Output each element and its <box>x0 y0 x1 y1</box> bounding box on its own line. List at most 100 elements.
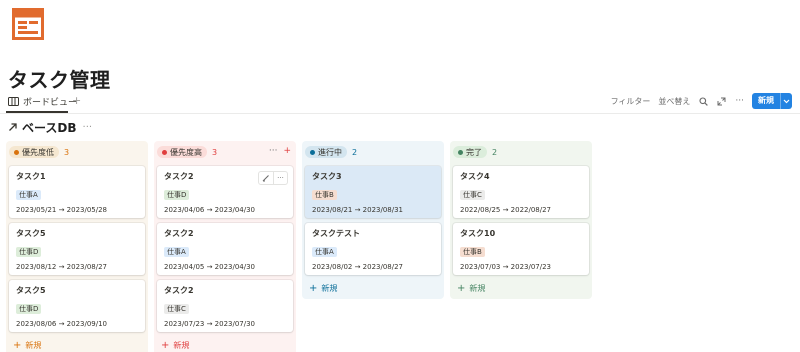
ellipsis-icon[interactable]: ··· <box>273 172 287 184</box>
column-new-button[interactable]: + 新規 <box>305 281 441 295</box>
card-date-range: 2023/08/06 → 2023/09/10 <box>16 320 108 328</box>
card-tag: 仕事D <box>16 247 42 257</box>
status-dot <box>458 149 463 155</box>
card-title: タスク4 <box>460 172 490 181</box>
edit-icon[interactable] <box>259 172 273 184</box>
status-badge[interactable]: 優先度高 <box>157 146 207 158</box>
status-badge[interactable]: 優先度低 <box>9 146 59 158</box>
card-tag: 仕事A <box>16 190 41 200</box>
database-title: ベースDB ··· <box>8 119 92 136</box>
plus-icon[interactable]: + <box>283 146 291 156</box>
filter-button[interactable]: フィルター <box>611 96 651 107</box>
card-tag: 仕事A <box>164 247 189 257</box>
task-card[interactable]: タスクテスト 仕事A 2023/08/02 → 2023/08/27 <box>305 223 441 275</box>
card-date-range: 2023/05/21 → 2023/05/28 <box>16 206 108 214</box>
sort-button[interactable]: 並べ替え <box>658 96 690 107</box>
task-card[interactable]: タスク2 仕事A 2023/04/05 → 2023/04/30 <box>157 223 293 275</box>
card-title: タスクテスト <box>312 229 360 238</box>
card-date-range: 2023/07/03 → 2023/07/23 <box>460 263 552 271</box>
plus-icon: + <box>457 282 466 294</box>
task-card[interactable]: タスク2 仕事D 2023/04/06 → 2023/04/30 ··· <box>157 166 293 218</box>
column-new-label: 新規 <box>25 340 42 350</box>
plus-icon[interactable]: + <box>72 95 81 107</box>
task-card[interactable]: タスク2 仕事C 2023/07/23 → 2023/07/30 <box>157 280 293 332</box>
card-tag: 仕事C <box>460 190 485 200</box>
tab-label: ボードビュー <box>23 98 78 108</box>
task-card[interactable]: タスク4 仕事C 2022/08/25 → 2022/08/27 <box>453 166 589 218</box>
card-date-range: 2023/04/05 → 2023/04/30 <box>164 263 256 271</box>
card-date-range: 2023/08/02 → 2023/08/27 <box>312 263 404 271</box>
status-dot <box>310 149 315 155</box>
card-title: タスク1 <box>16 172 46 181</box>
card-title: タスク2 <box>164 229 194 238</box>
plus-icon: + <box>161 339 170 351</box>
card-tag: 仕事D <box>16 304 42 314</box>
card-date-range: 2023/07/23 → 2023/07/30 <box>164 320 256 328</box>
card-tag: 仕事D <box>164 190 190 200</box>
column-header: 完了 2 <box>453 143 589 161</box>
ellipsis-icon[interactable]: ··· <box>735 96 744 106</box>
ellipsis-icon[interactable]: ··· <box>269 146 278 156</box>
card-title: タスク5 <box>16 229 46 238</box>
status-label: 優先度高 <box>170 147 202 157</box>
new-button-label: 新規 <box>758 96 774 105</box>
new-button[interactable]: 新規 <box>752 93 792 109</box>
expand-icon[interactable] <box>717 97 726 106</box>
column-count: 2 <box>492 147 498 157</box>
arrow-up-right-icon[interactable] <box>8 121 18 135</box>
status-dot <box>162 149 167 155</box>
board-column: 優先度低 3 タスク1 仕事A 2023/05/21 → 2023/05/28 タスク5 仕… <box>6 141 148 352</box>
ellipsis-icon[interactable]: ··· <box>83 122 93 133</box>
status-label: 進行中 <box>318 147 342 157</box>
task-card[interactable]: タスク10 仕事B 2023/07/03 → 2023/07/23 <box>453 223 589 275</box>
task-card[interactable]: タスク5 仕事D 2023/08/12 → 2023/08/27 <box>9 223 145 275</box>
task-card[interactable]: タスク5 仕事D 2023/08/06 → 2023/09/10 <box>9 280 145 332</box>
card-date-range: 2023/04/06 → 2023/04/30 <box>164 206 256 214</box>
column-actions: ··· + <box>269 146 291 156</box>
toolbar: フィルター 並べ替え ··· 新規 <box>603 93 792 109</box>
board-view-icon <box>8 97 19 106</box>
search-icon[interactable] <box>699 96 709 106</box>
card-title: タスク5 <box>16 286 46 295</box>
plus-icon: + <box>309 282 318 294</box>
column-count: 3 <box>64 147 70 157</box>
kanban-board-icon[interactable] <box>12 8 44 40</box>
status-badge[interactable]: 完了 <box>453 146 487 158</box>
card-tag: 仕事A <box>312 247 337 257</box>
task-card[interactable]: タスク3 仕事B 2023/08/21 → 2023/08/31 <box>305 166 441 218</box>
status-label: 優先度低 <box>22 147 54 157</box>
card-date-range: 2023/08/21 → 2023/08/31 <box>312 206 404 214</box>
chevron-down-icon[interactable] <box>780 93 792 109</box>
card-date-range: 2022/08/25 → 2022/08/27 <box>460 206 552 214</box>
card-title: タスク10 <box>460 229 496 238</box>
card-tag: 仕事C <box>164 304 189 314</box>
card-tag: 仕事B <box>460 247 485 257</box>
card-title: タスク2 <box>164 286 194 295</box>
board-column: 完了 2 タスク4 仕事C 2022/08/25 → 2022/08/27 タスク10 仕事… <box>450 141 592 299</box>
task-card[interactable]: タスク1 仕事A 2023/05/21 → 2023/05/28 <box>9 166 145 218</box>
divider <box>0 113 800 114</box>
status-badge[interactable]: 進行中 <box>305 146 347 158</box>
column-count: 2 <box>352 147 358 157</box>
column-new-button[interactable]: + 新規 <box>453 281 589 295</box>
column-header: 進行中 2 <box>305 143 441 161</box>
column-new-button[interactable]: + 新規 <box>9 338 145 352</box>
column-count: 3 <box>212 147 218 157</box>
tab-board-view[interactable]: ボードビュー <box>8 95 77 108</box>
column-header: 優先度高 3 ··· + <box>157 143 293 161</box>
column-new-label: 新規 <box>321 283 338 293</box>
view-bar: ボードビュー + フィルター 並べ替え ··· 新規 <box>0 93 800 114</box>
status-dot <box>14 149 19 155</box>
column-new-label: 新規 <box>469 283 486 293</box>
card-hover-actions: ··· <box>258 171 288 185</box>
column-new-label: 新規 <box>173 340 190 350</box>
database-name[interactable]: ベースDB <box>22 119 77 136</box>
column-header: 優先度低 3 <box>9 143 145 161</box>
column-new-button[interactable]: + 新規 <box>157 338 293 352</box>
page-title[interactable]: タスク管理 <box>8 64 111 93</box>
board-column: 優先度高 3 ··· + タスク2 仕事D 2023/04/06 → 2023/04/30 ·… <box>154 141 296 352</box>
status-label: 完了 <box>466 147 482 157</box>
card-title: タスク3 <box>312 172 342 181</box>
board-column: 進行中 2 タスク3 仕事B 2023/08/21 → 2023/08/31 タスクテスト… <box>302 141 444 299</box>
plus-icon: + <box>13 339 22 351</box>
